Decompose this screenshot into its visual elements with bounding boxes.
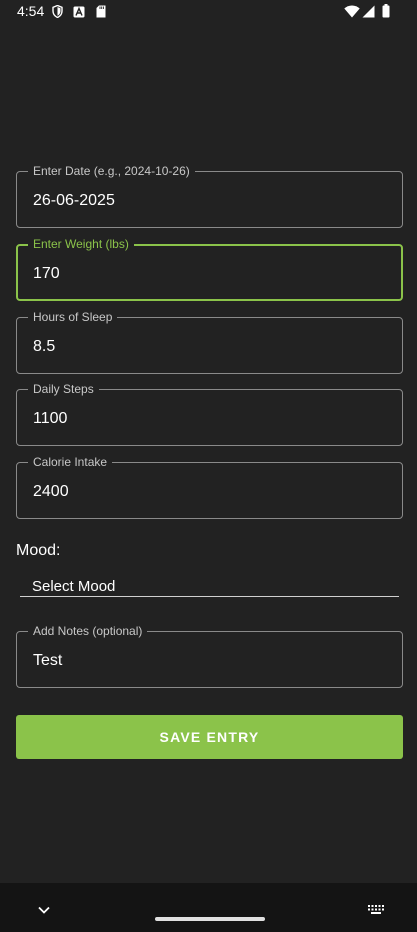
calories-field-label: Calorie Intake: [28, 454, 113, 470]
mood-label: Mood:: [16, 542, 61, 559]
calories-field-value: 2400: [33, 483, 69, 500]
mood-select-value: Select Mood: [32, 578, 116, 595]
chevron-down-icon[interactable]: [37, 902, 51, 920]
weight-field-value: 170: [33, 265, 60, 282]
home-gesture-handle[interactable]: [155, 917, 265, 921]
a-box-icon: [73, 5, 85, 23]
notes-field-label: Add Notes (optional): [28, 623, 148, 639]
shield-icon: [52, 4, 63, 23]
steps-field[interactable]: Daily Steps 1100: [16, 381, 403, 446]
cell-signal-icon: [362, 5, 375, 23]
sleep-field[interactable]: Hours of Sleep 8.5: [16, 309, 403, 374]
notes-field[interactable]: Add Notes (optional) Test: [16, 623, 403, 688]
sleep-field-value: 8.5: [33, 338, 56, 355]
mood-select[interactable]: Select Mood: [20, 576, 399, 597]
save-entry-button[interactable]: SAVE ENTRY: [16, 715, 403, 759]
wifi-icon: [344, 5, 360, 23]
calories-field[interactable]: Calorie Intake 2400: [16, 454, 403, 519]
sd-card-icon: [96, 5, 106, 23]
date-field[interactable]: Enter Date (e.g., 2024-10-26) 26-06-2025: [16, 163, 403, 228]
notes-field-value: Test: [33, 652, 63, 669]
steps-field-label: Daily Steps: [28, 381, 99, 397]
navigation-bar: [0, 883, 417, 932]
date-field-label: Enter Date (e.g., 2024-10-26): [28, 163, 195, 179]
status-bar: 4:54: [0, 0, 417, 24]
status-time: 4:54: [17, 3, 45, 19]
keyboard-icon[interactable]: [367, 902, 384, 920]
battery-icon: [382, 4, 390, 23]
weight-field[interactable]: Enter Weight (lbs) 170: [16, 236, 403, 301]
date-field-value: 26-06-2025: [33, 192, 115, 209]
steps-field-value: 1100: [33, 410, 68, 427]
weight-field-label: Enter Weight (lbs): [28, 236, 134, 252]
sleep-field-label: Hours of Sleep: [28, 309, 118, 325]
